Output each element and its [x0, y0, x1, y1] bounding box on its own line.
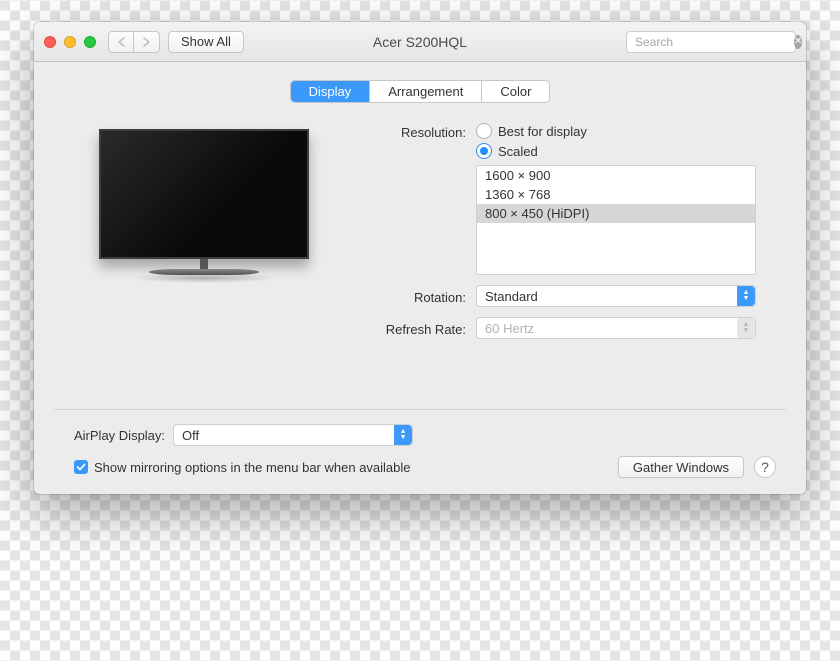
airplay-label: AirPlay Display:: [74, 428, 165, 443]
back-button[interactable]: [108, 31, 134, 53]
window-controls: [44, 36, 96, 48]
mirroring-checkbox[interactable]: [74, 460, 88, 474]
gather-windows-button[interactable]: Gather Windows: [618, 456, 744, 478]
clear-search-icon[interactable]: ✕: [794, 35, 802, 49]
nav-buttons: [108, 31, 160, 53]
monitor-screen-icon: [99, 129, 309, 259]
resolution-option[interactable]: 800 × 450 (HiDPI): [477, 204, 755, 223]
check-icon: [76, 462, 86, 472]
mirroring-label: Show mirroring options in the menu bar w…: [94, 460, 411, 475]
resolution-label: Resolution:: [364, 123, 476, 140]
select-arrows-icon: ▲▼: [737, 318, 755, 338]
tabs: Display Arrangement Color: [54, 80, 786, 103]
refresh-rate-select: 60 Hertz ▲▼: [476, 317, 756, 339]
refresh-rate-label: Refresh Rate:: [364, 320, 476, 337]
select-arrows-icon: ▲▼: [737, 286, 755, 306]
airplay-value: Off: [182, 428, 199, 443]
radio-best-label: Best for display: [498, 124, 587, 139]
close-icon[interactable]: [44, 36, 56, 48]
resolution-option[interactable]: 1360 × 768: [477, 185, 755, 204]
tab-display[interactable]: Display: [291, 81, 371, 102]
monitor-preview: [74, 123, 334, 349]
search-input[interactable]: [635, 35, 790, 49]
airplay-select[interactable]: Off ▲▼: [173, 424, 413, 446]
forward-button[interactable]: [134, 31, 160, 53]
minimize-icon[interactable]: [64, 36, 76, 48]
rotation-label: Rotation:: [364, 288, 476, 305]
search-field-wrap: ✕: [626, 31, 796, 53]
radio-scaled[interactable]: Scaled: [476, 143, 766, 159]
help-button[interactable]: ?: [754, 456, 776, 478]
tab-arrangement[interactable]: Arrangement: [370, 81, 482, 102]
content: Display Arrangement Color Resolution:: [34, 62, 806, 494]
radio-scaled-label: Scaled: [498, 144, 538, 159]
rotation-value: Standard: [485, 289, 538, 304]
resolution-list[interactable]: 1600 × 900 1360 × 768 800 × 450 (HiDPI): [476, 165, 756, 275]
show-all-button[interactable]: Show All: [168, 31, 244, 53]
refresh-rate-value: 60 Hertz: [485, 321, 534, 336]
zoom-icon[interactable]: [84, 36, 96, 48]
radio-best-for-display[interactable]: Best for display: [476, 123, 766, 139]
radio-checked-icon: [476, 143, 492, 159]
resolution-option[interactable]: 1600 × 900: [477, 166, 755, 185]
divider: [54, 409, 786, 410]
select-arrows-icon: ▲▼: [394, 425, 412, 445]
rotation-select[interactable]: Standard ▲▼: [476, 285, 756, 307]
titlebar: Show All Acer S200HQL ✕: [34, 22, 806, 62]
radio-icon: [476, 123, 492, 139]
displays-prefs-window: Show All Acer S200HQL ✕ Display Arrangem…: [34, 22, 806, 494]
tab-color[interactable]: Color: [482, 81, 549, 102]
